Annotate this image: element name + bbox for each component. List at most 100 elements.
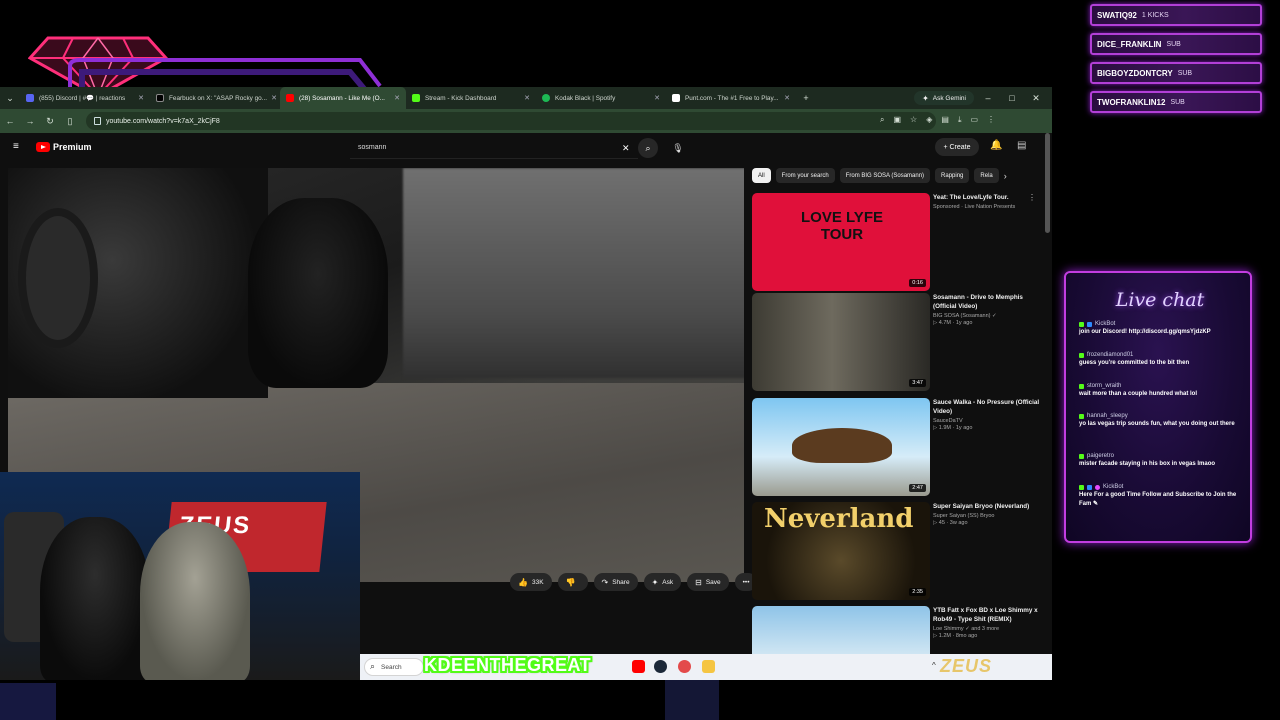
recommendation-stats: ▷ 45 · 3w ago: [933, 520, 968, 526]
tab-punt[interactable]: Punt.com - The #1 Free to Play... ✕: [666, 87, 796, 109]
close-icon[interactable]: ✕: [520, 94, 530, 102]
close-icon[interactable]: ✕: [780, 94, 790, 102]
recommendation-thumbnail[interactable]: 2:47: [752, 398, 930, 496]
share-button[interactable]: ↷ Share: [593, 573, 638, 591]
taskbar: Search KDEENTHEGREAT ^ ZEUS: [360, 654, 1052, 680]
kick-badge-icon: [1079, 453, 1084, 459]
kick-badge-icon: [1079, 383, 1084, 389]
clear-search-icon[interactable]: ✕: [622, 143, 630, 154]
sidebar-button[interactable]: ▯: [60, 116, 80, 127]
scrollbar[interactable]: [1045, 133, 1050, 233]
chevron-up-icon[interactable]: ^: [932, 661, 936, 670]
tab-label: (28) Sosamann - Like Me (O...: [299, 94, 385, 102]
chrome-icon[interactable]: [678, 660, 691, 673]
chip-from-channel[interactable]: From BIG SOSA (Sosamann): [839, 168, 931, 183]
gemini-button[interactable]: ✦ Ask Gemini: [914, 91, 974, 105]
back-button[interactable]: ←: [0, 116, 20, 126]
tab-spotify[interactable]: Kodak Black | Spotify ✕: [536, 87, 666, 109]
chat-message: storm_wraith wait more than a couple hund…: [1079, 383, 1241, 399]
recommendation-item[interactable]: 2:47 Sauce Walka - No Pressure (Official…: [752, 398, 1042, 496]
chip-related[interactable]: Rela: [974, 168, 999, 183]
new-tab-button[interactable]: +: [796, 93, 816, 103]
reload-button[interactable]: ↻: [40, 116, 60, 127]
tab-kick[interactable]: Stream - Kick Dashboard ✕: [406, 87, 536, 109]
recommendation-item[interactable]: LOVE LYFE TOUR 0:16 Yeat: The Love/Lyfe …: [752, 193, 1042, 291]
search-button[interactable]: ⌕: [638, 138, 658, 158]
more-options-icon[interactable]: ⋮: [1028, 193, 1036, 202]
notifications-bell-icon[interactable]: 🔔: [990, 140, 1002, 151]
video-frame-wheel: [18, 208, 98, 348]
close-icon[interactable]: ✕: [267, 94, 277, 102]
recommendation-thumbnail[interactable]: LOVE LYFE TOUR 0:16: [752, 193, 930, 291]
recommendation-stats: ▷ 1.2M · 8mo ago: [933, 633, 978, 639]
tab-search-icon[interactable]: ⌄: [0, 93, 20, 104]
chip-from-search[interactable]: From your search: [775, 168, 835, 183]
hamburger-menu-icon[interactable]: ≡: [13, 141, 19, 152]
chevron-right-icon[interactable]: ›: [1004, 171, 1007, 181]
tab-x[interactable]: Fearbuck on X: "ASAP Rocky go... ✕: [150, 87, 280, 109]
forward-button[interactable]: →: [20, 116, 40, 126]
thumbs-down-icon: 👎: [565, 577, 576, 587]
window-close-button[interactable]: ✕: [1026, 93, 1046, 104]
extension-icon[interactable]: ◈: [926, 115, 932, 125]
tab-label: Punt.com - The #1 Free to Play...: [685, 94, 779, 102]
search-icon: ⌕: [645, 143, 651, 153]
recommendation-title[interactable]: Sosamann - Drive to Memphis (Official Vi…: [933, 293, 1041, 311]
recommendation-title[interactable]: Super Saiyan Bryoo (Neverland): [933, 502, 1041, 511]
tab-youtube[interactable]: (28) Sosamann - Like Me (O... ✕: [280, 87, 406, 109]
chat-username[interactable]: KickBot: [1095, 321, 1115, 327]
chip-rapping[interactable]: Rapping: [935, 168, 970, 183]
chat-username[interactable]: KickBot: [1103, 484, 1123, 490]
menu-dots-icon[interactable]: ⋮: [987, 115, 995, 125]
cast-icon[interactable]: ▣: [893, 115, 901, 125]
voice-search-button[interactable]: 🎙: [668, 138, 688, 158]
youtube-play-icon: [36, 142, 50, 152]
url-field[interactable]: youtube.com/watch?v=k7aX_2kCjF8: [86, 112, 936, 130]
save-label: Save: [705, 578, 721, 586]
recommendation-item[interactable]: Neverland 2:35 Super Saiyan Bryoo (Never…: [752, 502, 1042, 600]
close-icon[interactable]: ✕: [390, 94, 400, 102]
chat-username[interactable]: hannah_sleepy: [1087, 413, 1128, 419]
recommendation-channel: BIG SOSA (Sosamann) ✓: [933, 313, 997, 319]
dislike-button[interactable]: 👎: [557, 573, 588, 591]
recommendation-channel: SauceDaTV: [933, 418, 963, 424]
filter-chips: All From your search From BIG SOSA (Sosa…: [752, 168, 1007, 183]
steam-icon[interactable]: [654, 660, 667, 673]
youtube-taskbar-icon[interactable]: [632, 660, 645, 673]
close-icon[interactable]: ✕: [650, 94, 660, 102]
like-button[interactable]: 👍 33K: [510, 573, 552, 591]
recommendation-thumbnail[interactable]: Neverland 2:35: [752, 502, 930, 600]
account-icon[interactable]: ▤: [1017, 140, 1026, 151]
tab-bar: ⌄ (855) Discord | #💬 | reactions ✕ Fearbu…: [0, 87, 1052, 109]
file-explorer-icon[interactable]: [702, 660, 715, 673]
create-button[interactable]: + Create: [935, 138, 979, 156]
minimize-button[interactable]: –: [978, 93, 998, 103]
tab-discord[interactable]: (855) Discord | #💬 | reactions ✕: [20, 87, 150, 109]
close-icon[interactable]: ✕: [134, 94, 144, 102]
taskbar-search[interactable]: Search: [364, 658, 424, 676]
download-icon[interactable]: ⤓: [958, 115, 962, 125]
recommendation-title[interactable]: YTB Fatt x Fox BD x Loe Shimmy x Rob49 -…: [933, 606, 1041, 624]
chat-username[interactable]: storm_wraith: [1087, 383, 1121, 389]
save-button[interactable]: ⊟ Save: [687, 573, 729, 591]
maximize-button[interactable]: □: [1002, 93, 1022, 103]
search-input[interactable]: sosmann: [350, 137, 638, 159]
share-icon: ↷: [601, 577, 609, 587]
youtube-logo[interactable]: Premium: [36, 142, 92, 152]
star-icon[interactable]: ☆: [910, 115, 917, 125]
chip-all[interactable]: All: [752, 168, 771, 183]
recommendation-title[interactable]: Yeat: The Love/Lyfe Tour.: [933, 193, 1041, 202]
extensions-puzzle-icon[interactable]: ▤: [941, 115, 949, 125]
ask-button[interactable]: ✦ Ask: [643, 573, 682, 591]
recommendation-channel: Super Saiyan (SS) Bryoo: [933, 513, 995, 519]
alert-item: SWATIQ92 1 KICKS: [1090, 4, 1262, 26]
chat-username[interactable]: paigeretro: [1087, 453, 1114, 459]
recommendation-item[interactable]: 3:47 Sosamann - Drive to Memphis (Offici…: [752, 293, 1042, 391]
save-icon: ⊟: [695, 577, 702, 587]
recommendation-title[interactable]: Sauce Walka - No Pressure (Official Vide…: [933, 398, 1041, 416]
zoom-icon[interactable]: ⌕: [880, 115, 884, 125]
profile-icon[interactable]: ▭: [970, 115, 978, 125]
recommendation-thumbnail[interactable]: 3:47: [752, 293, 930, 391]
chat-username[interactable]: frozendiamond01: [1087, 352, 1133, 358]
address-bar: ← → ↻ ▯ youtube.com/watch?v=k7aX_2kCjF8 …: [0, 109, 1052, 133]
